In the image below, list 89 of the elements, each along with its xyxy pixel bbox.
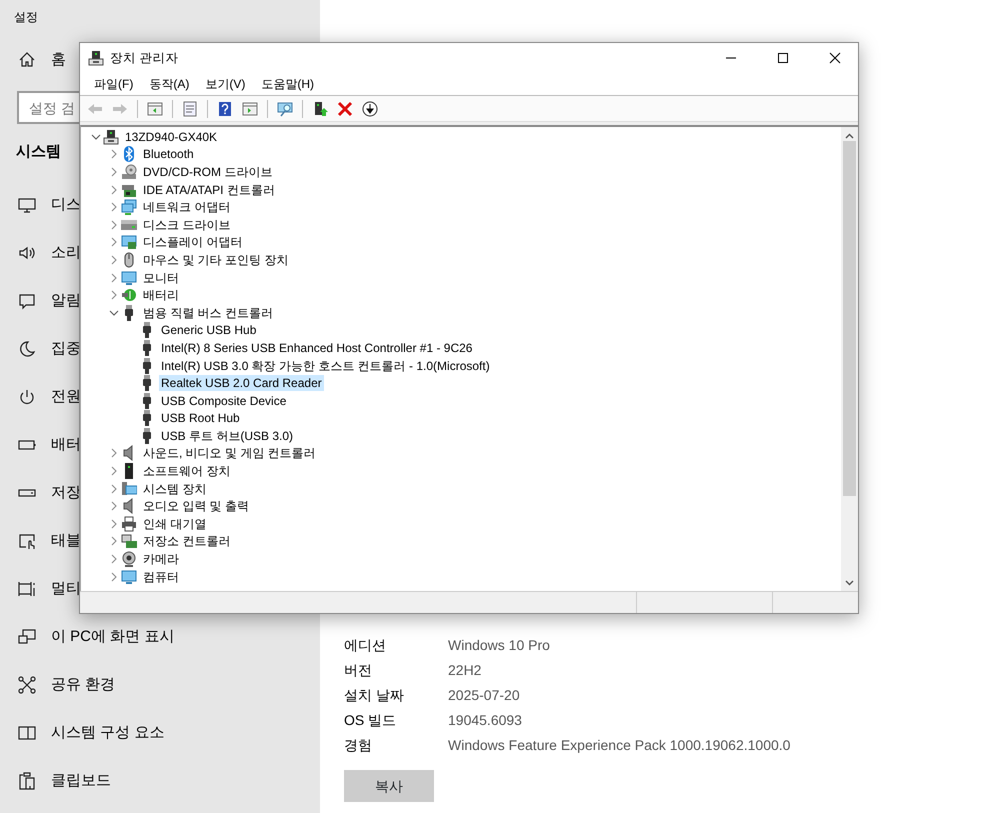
printer-icon [121, 516, 137, 532]
close-icon[interactable] [829, 52, 841, 64]
computer-icon [103, 128, 119, 145]
home-link[interactable]: 홈 [17, 36, 66, 84]
info-label: 설치 날짜 [344, 686, 405, 705]
menu-item[interactable]: 파일(F) [86, 75, 142, 93]
remove-icon[interactable] [337, 100, 353, 116]
tree-item[interactable]: 소프트웨어 장치 [141, 463, 232, 480]
window-title: 장치 관리자 [110, 50, 178, 67]
tree-item[interactable]: 컴퓨터 [141, 568, 181, 585]
tree-item[interactable]: USB Composite Device [159, 392, 288, 409]
nav-item[interactable]: 배터 [17, 421, 81, 469]
help-icon[interactable] [217, 100, 233, 116]
system-device-icon [121, 480, 137, 497]
info-value: 2025-07-20 [448, 686, 520, 705]
properties-icon[interactable] [182, 100, 198, 116]
nav-item[interactable]: 공유 환경 [17, 661, 116, 709]
tree-item[interactable]: 마우스 및 기타 포인팅 장치 [141, 252, 290, 268]
network-icon [121, 199, 137, 216]
driver-update-icon[interactable] [312, 100, 328, 116]
disc-drive-icon [121, 164, 137, 180]
tree-item[interactable]: 배터리 [141, 287, 181, 304]
tree-item[interactable]: Intel(R) 8 Series USB Enhanced Host Controller #1 - 9C26 [159, 340, 474, 356]
tree-item[interactable]: 사운드, 비디오 및 게임 컨트롤러 [141, 445, 318, 462]
scroll-down-icon[interactable] [845, 580, 854, 586]
nav-item[interactable]: 전원 [17, 373, 81, 421]
tree-item[interactable]: 네트워크 어댑터 [141, 199, 232, 216]
multitask-icon [17, 579, 37, 599]
tree-item[interactable]: 카메라 [141, 551, 181, 568]
monitor-icon [121, 270, 137, 286]
maximize-icon[interactable] [777, 52, 789, 64]
nav-item[interactable]: 저장 [17, 469, 81, 517]
info-value: 22H2 [448, 661, 482, 680]
nav-item[interactable]: 집중 [17, 325, 81, 373]
tree-item[interactable]: 오디오 입력 및 출력 [141, 498, 252, 514]
nav-item[interactable]: 시스템 구성 요소 [17, 709, 164, 757]
menu-item[interactable]: 동작(A) [141, 75, 198, 93]
panel-icon[interactable] [147, 100, 163, 116]
tree-item[interactable]: 모니터 [141, 270, 181, 286]
clipboard-icon [17, 771, 37, 791]
bluetooth-icon [121, 146, 137, 162]
info-label: 에디션 [344, 636, 387, 655]
webcam-icon [121, 551, 137, 568]
tree-item[interactable]: Intel(R) USB 3.0 확장 가능한 호스트 컨트롤러 - 1.0(Microsoft) [159, 358, 492, 374]
copy-button[interactable]: 복사 [344, 770, 434, 802]
nav-item[interactable]: 소리 [17, 229, 81, 277]
panel-icon[interactable] [242, 100, 258, 116]
display-adapter-icon [121, 234, 137, 250]
monitor-search-icon[interactable] [277, 100, 293, 116]
tree-item[interactable]: Realtek USB 2.0 Card Reader [159, 375, 324, 392]
scrollbar[interactable] [841, 127, 858, 591]
tree-item[interactable]: 인쇄 대기열 [141, 516, 208, 532]
search-field[interactable]: 설정 검 [17, 91, 79, 124]
tree-item[interactable]: USB 루트 허브(USB 3.0) [159, 428, 296, 444]
menu-item[interactable]: 보기(V) [197, 75, 254, 93]
info-label: OS 빌드 [344, 711, 398, 730]
storage-controller-icon [121, 533, 137, 550]
info-label: 경험 [344, 736, 373, 755]
info-label: 버전 [344, 661, 373, 680]
tree-item[interactable]: 시스템 장치 [141, 480, 208, 497]
tree-item[interactable]: DVD/CD-ROM 드라이브 [141, 164, 274, 180]
info-value: 19045.6093 [448, 711, 522, 730]
section-title: 시스템 [16, 142, 61, 162]
nav-item[interactable]: 멀티 [17, 565, 81, 613]
tree-item[interactable]: 디스플레이 어댑터 [141, 234, 244, 250]
tree-item[interactable]: Bluetooth [141, 146, 196, 162]
nav-item[interactable]: 태블 [17, 517, 81, 565]
nav-item[interactable]: 이 PC에 화면 표시 [17, 613, 174, 661]
menu-item[interactable]: 도움말(H) [253, 75, 322, 93]
battery-icon [121, 287, 137, 304]
tree-item[interactable]: USB Root Hub [159, 410, 242, 426]
download-icon[interactable] [362, 100, 378, 116]
tree-item[interactable]: 범용 직렬 버스 컨트롤러 [141, 304, 276, 321]
tree-item[interactable]: 디스크 드라이브 [141, 216, 232, 233]
nav-item[interactable]: 클립보드 [17, 757, 111, 805]
share-icon [17, 675, 37, 695]
tree-item[interactable]: 13ZD940-GX40K [123, 128, 220, 145]
info-value: Windows Feature Experience Pack 1000.19062.1000.0 [448, 736, 790, 755]
tree-item[interactable]: 저장소 컨트롤러 [141, 533, 232, 550]
nav-item[interactable]: 디스 [17, 181, 81, 229]
nav-item[interactable]: 알림 [17, 277, 81, 325]
tree-item[interactable]: IDE ATA/ATAPI 컨트롤러 [141, 182, 277, 198]
monitor-icon [121, 568, 137, 585]
info-value: Windows 10 Pro [448, 636, 550, 655]
tree-item[interactable]: Generic USB Hub [159, 322, 258, 338]
scroll-up-icon[interactable] [845, 133, 854, 139]
page-title: 설정 [14, 9, 39, 26]
moon-icon [17, 339, 37, 359]
computer-icon [88, 50, 104, 66]
